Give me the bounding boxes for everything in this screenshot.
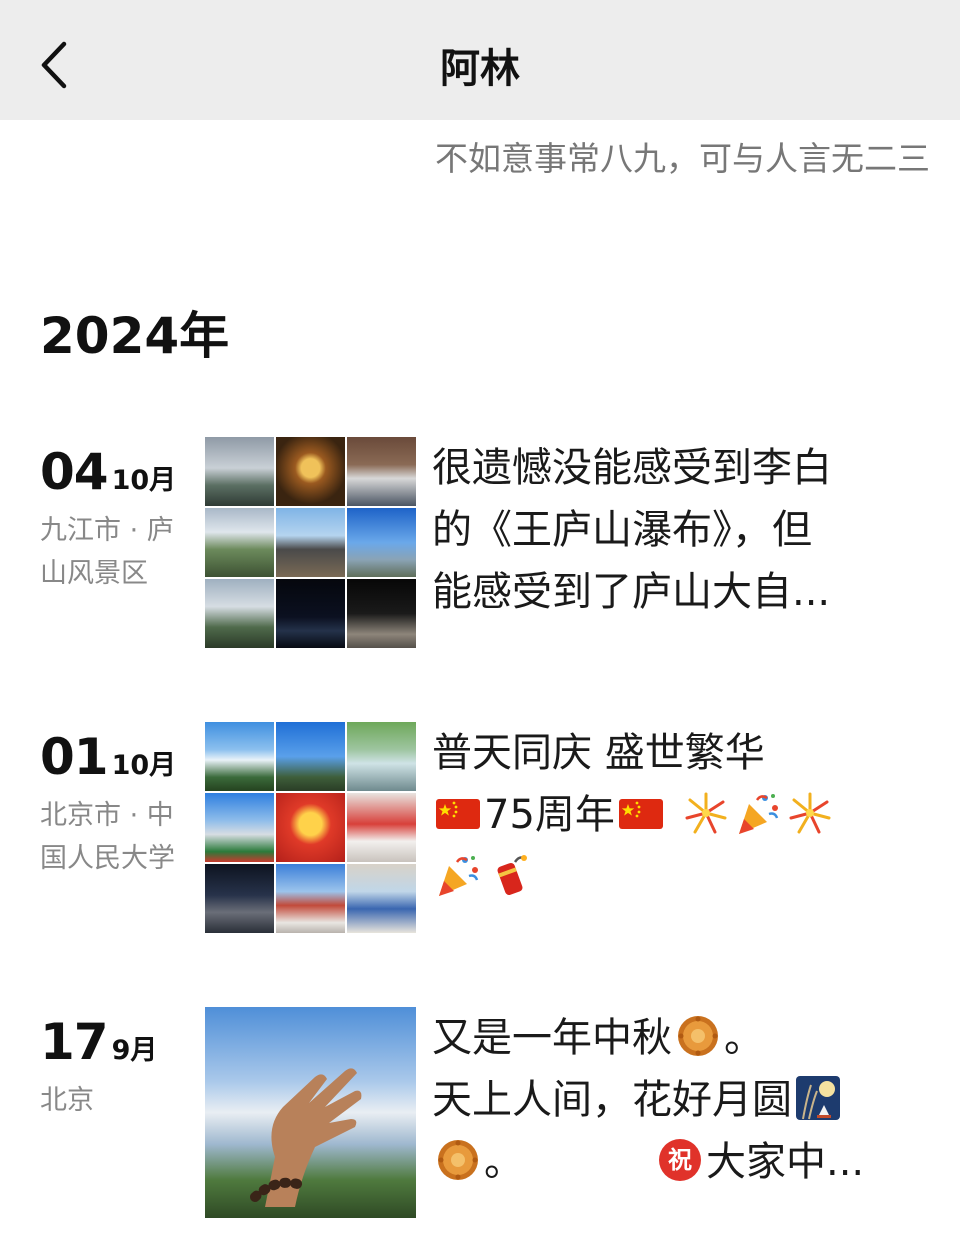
- photo-thumbnail[interactable]: [205, 437, 274, 506]
- mooncake-icon: [675, 1013, 721, 1059]
- post-location: 九江市 · 庐山风景区: [40, 515, 174, 589]
- post-text-segment: 。: [724, 1015, 764, 1061]
- post-text-line: 普天同庆 盛世繁华: [432, 730, 765, 776]
- post-text-line: 很遗憾没能感受到李白: [432, 445, 832, 491]
- post-text-line: 又是一年中秋 。: [432, 1007, 932, 1069]
- post-text-line: [432, 846, 932, 908]
- moment-post: 17 9月 北京 又是一年中秋。 天上人间，花好月圆 。祝大家中...: [0, 1007, 960, 1218]
- photo-thumbnail[interactable]: [276, 793, 345, 862]
- party-popper-icon: [435, 852, 481, 898]
- post-text-line: 的《王庐山瀑布》，但: [432, 507, 812, 553]
- post-text-line: 75周年: [432, 784, 932, 846]
- photo-thumbnail[interactable]: [276, 722, 345, 791]
- post-month: 9月: [111, 1035, 158, 1066]
- photo-thumbnail[interactable]: [347, 437, 416, 506]
- china-flag-icon: [618, 790, 664, 836]
- photo-thumbnail[interactable]: [276, 437, 345, 506]
- moment-post: 04 10月 九江市 · 庐山风景区 很遗憾没能感受到李白 的《王庐山瀑布》，但 …: [0, 437, 960, 648]
- moon-viewing-icon: [795, 1075, 841, 1121]
- party-popper-icon: [735, 790, 781, 836]
- post-day: 04: [40, 443, 109, 501]
- post-location: 北京市 · 中国人民大学: [40, 800, 175, 874]
- congratulations-icon: 祝: [657, 1137, 703, 1183]
- china-flag-icon: [435, 790, 481, 836]
- photo-grid[interactable]: [205, 437, 416, 648]
- svg-text:祝: 祝: [668, 1146, 692, 1174]
- post-text-line: 天上人间，花好月圆: [432, 1069, 932, 1131]
- post-month: 10月: [111, 750, 177, 781]
- mooncake-icon: [435, 1137, 481, 1183]
- page-title: 阿林: [440, 46, 520, 92]
- photo-thumbnail[interactable]: [205, 508, 274, 577]
- profile-signature: 不如意事常八九，可与人言无二三: [435, 139, 930, 178]
- fireworks-icon: [787, 790, 833, 836]
- photo-thumbnail[interactable]: [347, 864, 416, 933]
- post-text[interactable]: 普天同庆 盛世繁华 75周年: [432, 722, 932, 908]
- post-date: 04 10月: [40, 443, 176, 501]
- moment-post: 01 10月 北京市 · 中国人民大学 普天同庆 盛世繁华 75周年: [0, 722, 960, 933]
- photo-thumbnail[interactable]: [347, 508, 416, 577]
- post-text-segment: 大家中...: [706, 1139, 865, 1185]
- photo-thumbnail[interactable]: [347, 793, 416, 862]
- post-text-line: 。 祝大家中...: [432, 1131, 932, 1193]
- photo-grid[interactable]: [205, 722, 416, 933]
- photo-thumbnail[interactable]: [205, 722, 274, 791]
- photo-thumbnail[interactable]: [205, 579, 274, 648]
- photo-thumbnail[interactable]: [276, 579, 345, 648]
- photo-thumbnail[interactable]: [347, 579, 416, 648]
- top-navigation-bar: 阿林: [0, 0, 960, 120]
- post-day: 01: [40, 728, 109, 786]
- post-text[interactable]: 又是一年中秋。 天上人间，花好月圆 。祝大家中...: [432, 1007, 932, 1193]
- year-heading: 2024年: [40, 307, 230, 365]
- photo-thumbnail[interactable]: [205, 864, 274, 933]
- hand-photo: [250, 1068, 362, 1207]
- post-day: 17: [40, 1013, 109, 1071]
- photo-thumbnail[interactable]: [276, 508, 345, 577]
- post-date: 17 9月: [40, 1013, 157, 1071]
- post-text[interactable]: 很遗憾没能感受到李白 的《王庐山瀑布》，但 能感受到了庐山大自...: [432, 437, 932, 623]
- post-date: 01 10月: [40, 728, 176, 786]
- post-text-segment: 又是一年中秋: [432, 1015, 672, 1061]
- post-text-line: 能感受到了庐山大自...: [432, 569, 831, 615]
- anniversary-text: 75周年: [484, 792, 615, 838]
- post-location: 北京: [40, 1085, 94, 1116]
- post-month: 10月: [111, 465, 177, 496]
- fireworks-icon: [683, 790, 729, 836]
- photo-thumbnail[interactable]: [205, 1007, 416, 1218]
- post-text-segment: 。: [484, 1139, 524, 1185]
- photo-thumbnail[interactable]: [205, 793, 274, 862]
- photo-thumbnail[interactable]: [276, 864, 345, 933]
- firecracker-icon: [487, 852, 533, 898]
- photo-thumbnail[interactable]: [347, 722, 416, 791]
- post-text-segment: 天上人间，花好月圆: [432, 1077, 792, 1123]
